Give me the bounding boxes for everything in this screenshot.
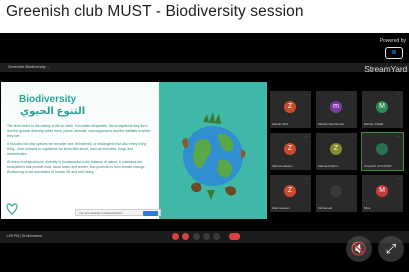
share-notice-button[interactable] [143,211,158,216]
participant-avatar: M [376,101,388,113]
participant-name: Zainab Tahir [272,122,289,126]
end-call-button[interactable] [229,233,240,240]
share-screen-button[interactable] [193,233,200,240]
participant-tile[interactable]: ⋯ Z Zaid Hussain [270,175,311,212]
participant-name: Greenish club MUST [364,164,392,168]
participant-name: Mina [364,206,371,210]
club-logo-icon [6,203,18,215]
meeting-label: Greenish Biodiversity ... [8,64,51,69]
participant-tile[interactable]: ⋯ M Mina [362,175,403,212]
more-options-icon[interactable]: ⋯ [397,177,401,181]
participant-tile[interactable]: ⋯ Z Zainab Tahir [270,91,311,128]
participants-button[interactable] [203,233,210,240]
participant-avatar: m [330,101,342,113]
expand-icon[interactable]: ⤢ [378,236,404,262]
participant-tile[interactable]: ⋯ Greenish club MUST [361,132,404,171]
more-options-icon[interactable]: ⋯ [351,135,355,139]
participant-avatar: Z [284,101,296,113]
video-title: Greenish club MUST - Biodiversity sessio… [6,3,304,20]
more-options-icon[interactable]: ⋯ [351,93,355,97]
more-options-icon[interactable]: ⋯ [305,93,309,97]
more-options-icon[interactable]: ⋯ [397,135,401,139]
participant-tile[interactable]: ⋯ Mohannad [316,175,357,212]
participant-name: Mariam Khalid [364,122,384,126]
chat-button[interactable] [213,233,220,240]
slide-paragraph: The term refers to the variety of life o… [7,124,151,138]
speaker-muted-icon[interactable]: 🔇 [346,236,372,262]
more-options-icon[interactable]: ⋯ [305,177,309,181]
meeting-topbar: Greenish Biodiversity ... [0,63,409,72]
slide-title: Biodiversity [19,94,77,105]
participant-tile[interactable]: ⋯ Z Zahraa Ibrahim [316,133,357,170]
participant-avatar [330,185,342,197]
more-options-icon[interactable]: ⋯ [351,177,355,181]
streamyard-wordmark: StreamYard [364,64,407,74]
participant-name: Zahraa Hassan [272,164,293,168]
share-notice-bar: You are viewing a shared screen [75,209,161,216]
participant-avatar: Z [330,143,342,155]
camera-button[interactable] [182,233,189,240]
slide-paragraph: At every ecological level, diversity is … [7,160,146,174]
participant-name: Mohammad Ahmed [318,122,345,126]
slide-arabic-title: التنوع الحيوي [20,106,86,117]
more-options-icon[interactable]: ⋯ [305,135,309,139]
participant-name: Mohannad [318,206,333,210]
participant-tile[interactable]: ⋯ Z Zahraa Hassan [270,133,311,170]
participant-avatar [376,143,388,155]
shared-slide: Biodiversity التنوع الحيوي The term refe… [1,82,267,219]
participant-avatar: Z [284,143,296,155]
powered-by-label: Powered by [379,38,406,44]
participant-name: Zaid Hussain [272,206,290,210]
participant-tile[interactable]: ⋯ M Mariam Khalid [362,91,403,128]
meeting-time: 1:09 PM | Dr.Mohamed [6,234,42,238]
slide-paragraph: It includes not only species we consider… [7,142,147,156]
participant-tile[interactable]: ⋯ m Mohammad Ahmed [316,91,357,128]
streamyard-logo-icon [385,47,403,59]
participant-avatar: Z [284,185,296,197]
participant-avatar: M [376,185,388,197]
mic-button[interactable] [172,233,179,240]
participant-name: Zahraa Ibrahim [318,164,339,168]
more-options-icon[interactable]: ⋯ [397,93,401,97]
share-notice-text: You are viewing a shared screen [79,211,123,215]
globe-illustration-icon [182,112,246,200]
